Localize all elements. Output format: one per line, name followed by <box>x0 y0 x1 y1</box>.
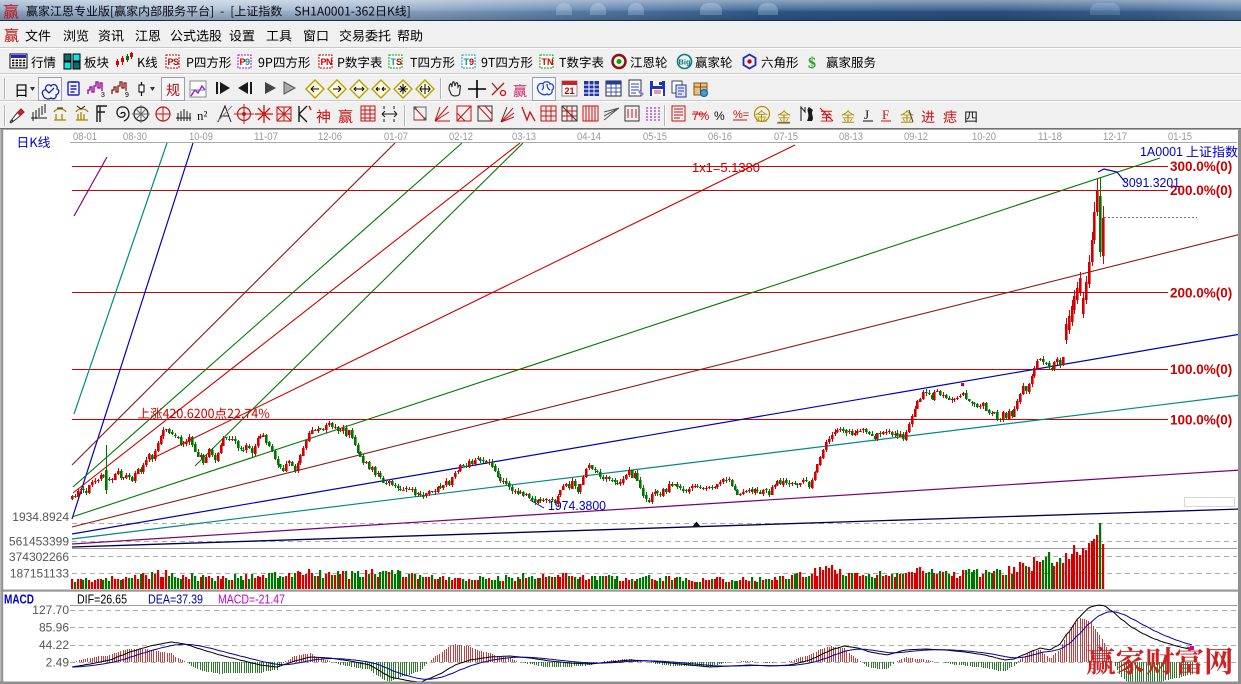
svg-text:1934.8924: 1934.8924 <box>12 510 69 524</box>
svg-text:1A0001: 1A0001 <box>1140 144 1183 159</box>
svg-text:100.0%(0): 100.0%(0) <box>1170 413 1232 428</box>
svg-text:9: 9 <box>125 92 129 99</box>
svg-text:S: S <box>173 57 179 67</box>
svg-text:1974.3800: 1974.3800 <box>548 498 606 513</box>
svg-text:$: $ <box>808 55 816 72</box>
svg-text:3091.3201: 3091.3201 <box>1122 175 1180 190</box>
svg-text:10-20: 10-20 <box>972 131 996 143</box>
svg-text:1x1=5.1380: 1x1=5.1380 <box>692 161 760 175</box>
svg-text:10-09: 10-09 <box>189 131 213 143</box>
svg-text:21: 21 <box>565 86 575 96</box>
svg-text:09-12: 09-12 <box>904 131 928 143</box>
svg-text:02-12: 02-12 <box>449 131 473 143</box>
svg-text:374302266: 374302266 <box>9 550 69 564</box>
svg-text:2.49: 2.49 <box>46 656 70 670</box>
svg-text:08-13: 08-13 <box>839 131 863 143</box>
svg-text:MACD=-21.47: MACD=-21.47 <box>218 592 285 607</box>
svg-text:561453399: 561453399 <box>9 535 69 549</box>
svg-text:%=: %= <box>733 109 749 121</box>
svg-text:11-07: 11-07 <box>254 131 278 143</box>
svg-text:9: 9 <box>245 57 250 67</box>
svg-text:08-30: 08-30 <box>123 131 147 143</box>
svg-text:DEA=37.39: DEA=37.39 <box>148 592 203 607</box>
svg-text:07-15: 07-15 <box>774 131 798 143</box>
svg-text:7%: 7% <box>692 109 710 123</box>
svg-text:100.0%(0): 100.0%(0) <box>1170 362 1232 377</box>
svg-text:J: J <box>864 107 869 122</box>
svg-text:44.22: 44.22 <box>39 638 69 652</box>
svg-text:08-01: 08-01 <box>73 131 97 143</box>
svg-text:01-07: 01-07 <box>384 131 408 143</box>
svg-text:12-17: 12-17 <box>1103 131 1127 143</box>
svg-text:12-06: 12-06 <box>318 131 342 143</box>
svg-text:9: 9 <box>469 57 474 67</box>
svg-text:N: N <box>547 57 554 67</box>
svg-text:01-15: 01-15 <box>1168 131 1192 143</box>
svg-text:N: N <box>326 57 333 67</box>
svg-text:MACD: MACD <box>4 592 34 607</box>
svg-text:06-16: 06-16 <box>708 131 732 143</box>
svg-text:03-13: 03-13 <box>512 131 536 143</box>
svg-text:S: S <box>396 57 402 67</box>
svg-text:DIF=26.65: DIF=26.65 <box>77 592 127 607</box>
svg-text:127.70: 127.70 <box>32 603 69 617</box>
svg-text:Big: Big <box>679 58 692 67</box>
svg-text:3: 3 <box>101 92 105 99</box>
svg-text:85.96: 85.96 <box>39 621 69 635</box>
svg-text:04-14: 04-14 <box>577 131 601 143</box>
svg-text:F: F <box>882 107 889 122</box>
svg-text:300.0%(0): 300.0%(0) <box>1170 159 1232 174</box>
svg-text:%: % <box>714 109 725 123</box>
svg-text:187151133: 187151133 <box>10 567 70 581</box>
svg-text:n²: n² <box>197 108 208 123</box>
svg-text:200.0%(0): 200.0%(0) <box>1170 286 1232 301</box>
svg-text:05-15: 05-15 <box>643 131 667 143</box>
svg-text:11-18: 11-18 <box>1038 131 1062 143</box>
